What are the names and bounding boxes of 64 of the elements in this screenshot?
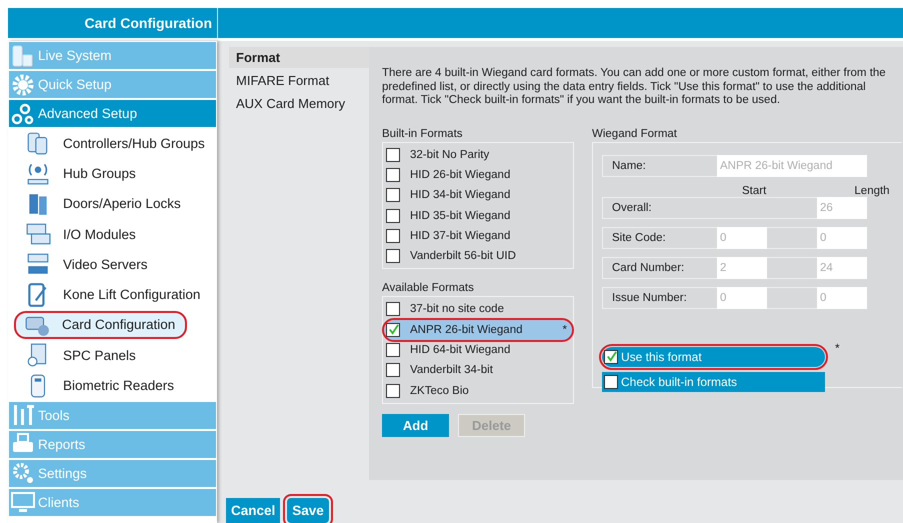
- asterisk-marker: *: [562, 324, 567, 336]
- checkbox[interactable]: [386, 168, 400, 182]
- subnav-tab[interactable]: AUX Card Memory: [229, 93, 369, 114]
- list-item[interactable]: HID 37-bit Wiegand: [410, 230, 510, 242]
- server-icon: [11, 44, 35, 68]
- row-label: Vanderbilt 34-bit: [410, 364, 493, 376]
- list-row[interactable]: ANPR 26-bit Wiegand *: [384, 320, 572, 340]
- gears-icon: [11, 461, 35, 486]
- checkbox[interactable]: [386, 188, 400, 202]
- sidebar-item[interactable]: Hub Groups: [9, 159, 216, 188]
- column-header: Start: [742, 184, 768, 196]
- checkbox[interactable]: [386, 302, 400, 316]
- checkbox[interactable]: [386, 228, 400, 243]
- list-item[interactable]: 32-bit No Parity: [410, 148, 490, 161]
- column-header: Length: [853, 184, 891, 196]
- checkbox[interactable]: [386, 363, 400, 378]
- sidebar-item[interactable]: Kone Lift Configuration: [9, 280, 216, 309]
- option-label: Check built-in formats: [621, 374, 738, 388]
- checkbox[interactable]: [604, 350, 618, 364]
- sidebar-item[interactable]: Biometric Readers: [9, 371, 216, 400]
- checkbox[interactable]: [386, 322, 400, 337]
- sidebar-item[interactable]: Card Configuration: [14, 310, 187, 340]
- checkbox[interactable]: [386, 343, 400, 358]
- sidebar-item[interactable]: Video Servers: [9, 250, 216, 278]
- asterisk-marker: *: [835, 340, 840, 354]
- checkbox[interactable]: [386, 148, 400, 162]
- intro-text: There are 4 built-in Wiegand card formats. You can add one or more custom format, either from the predefined list, or directly using the data entry fields. Tick "Use this format" to use the additional format. Tick "Check built-in formats" if you want the built-in formats to be used.: [382, 67, 887, 108]
- row-label: 37-bit no site code: [410, 303, 504, 316]
- gear-icon: [11, 72, 35, 96]
- tools-icon: [11, 403, 35, 428]
- monitor-icon: [11, 490, 35, 514]
- module-icon: [25, 221, 51, 248]
- subnav-tab[interactable]: MIFARE Format: [229, 70, 369, 91]
- checkbox[interactable]: [386, 249, 400, 264]
- gears-icon: [11, 102, 35, 126]
- subnav-tab[interactable]: Format: [229, 47, 369, 68]
- list-item[interactable]: HID 26-bit Wiegand: [410, 168, 510, 181]
- sidebar-item[interactable]: I/O Modules: [9, 220, 216, 248]
- checkbox[interactable]: [386, 208, 400, 223]
- section-title: Wiegand Format: [592, 128, 678, 140]
- sidebar-item[interactable]: Controllers/Hub Groups: [9, 129, 216, 158]
- field-label: Name:: [602, 154, 717, 176]
- list-item[interactable]: HID 35-bit Wiegand: [410, 210, 510, 222]
- sidebar-item[interactable]: SPC Panels: [9, 341, 216, 370]
- list-row[interactable]: Vanderbilt 34-bit: [384, 360, 572, 380]
- section-title: Available Formats: [382, 282, 475, 294]
- field-label: Overall:: [602, 196, 717, 218]
- window-title: Card Configuration: [8, 8, 218, 38]
- field-label: Site Code:: [602, 226, 717, 248]
- row-label: ANPR 26-bit Wiegand: [410, 324, 522, 336]
- option-label: Use this format: [621, 350, 702, 364]
- list-item[interactable]: Vanderbilt 56-bit UID: [410, 250, 516, 262]
- list-row[interactable]: HID 64-bit Wiegand: [384, 340, 572, 360]
- sidebar-item[interactable]: Doors/Aperio Locks: [9, 190, 216, 218]
- row-label: ZKTeco Bio: [410, 384, 469, 397]
- list-row[interactable]: 37-bit no site code: [384, 299, 572, 320]
- list-item[interactable]: HID 34-bit Wiegand: [410, 189, 510, 202]
- checkbox[interactable]: [604, 374, 618, 388]
- list-row[interactable]: ZKTeco Bio: [384, 380, 572, 401]
- section-title: Built-in Formats: [382, 128, 464, 140]
- row-label: HID 64-bit Wiegand: [410, 344, 510, 356]
- field-label: Card Number:: [602, 256, 717, 278]
- checkbox[interactable]: [386, 384, 400, 398]
- field-label: Issue Number:: [602, 286, 717, 308]
